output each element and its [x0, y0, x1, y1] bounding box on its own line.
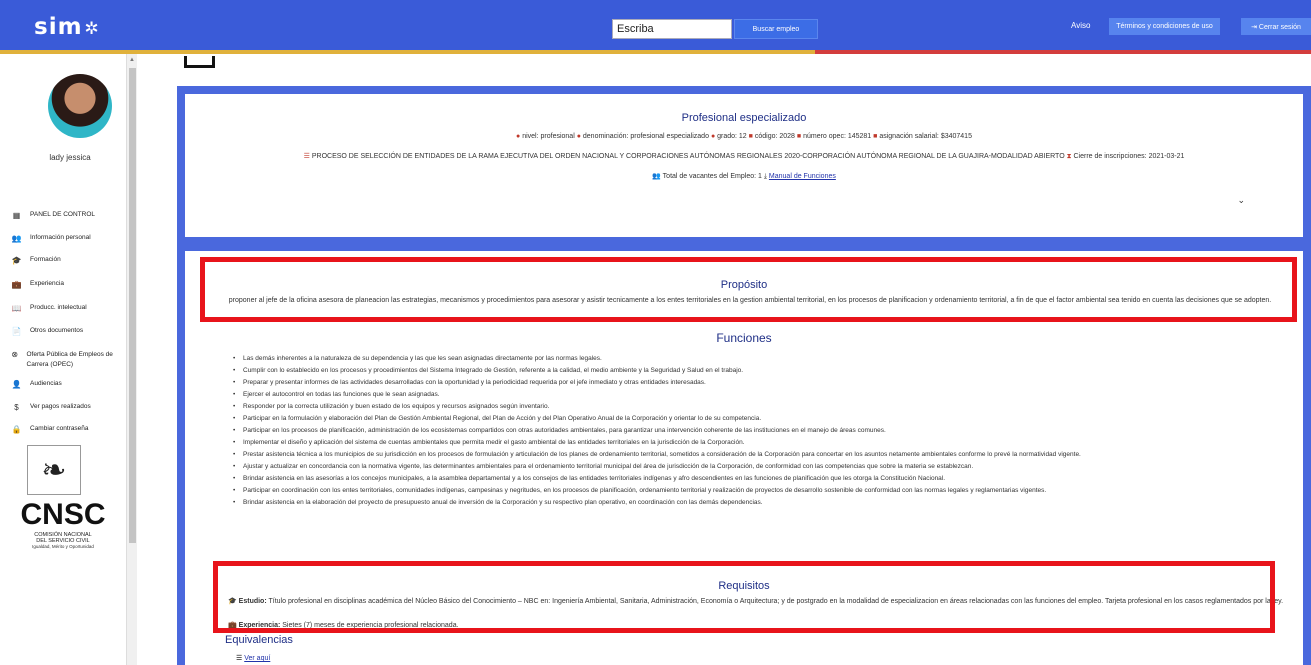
username: lady jessica [49, 153, 91, 162]
sidebar-item-opec[interactable]: ⊗ Oferta Pública de Empleos de Carrera (O… [10, 350, 125, 370]
lock-icon: 🔒 [11, 425, 22, 434]
document-icon: 📄 [11, 327, 22, 336]
sidebar-item-panel-de-control[interactable]: ▦ PANEL DE CONTROL [10, 211, 140, 220]
collapse-toggle-icon[interactable] [184, 56, 215, 68]
list-item: Preparar y presentar informes de las act… [233, 377, 1283, 389]
sidebar-item-pagos[interactable]: $ Ver pagos realizados [10, 403, 140, 412]
grado: grado: 12 [717, 133, 747, 140]
sidebar-item-experiencia[interactable]: 💼 Experiencia [10, 280, 140, 289]
graduation-icon: 🎓 [11, 256, 22, 265]
sidebar-item-cambiar-contrasena[interactable]: 🔒 Cambiar contraseña [10, 425, 140, 434]
opec-icon: ■ [796, 133, 802, 140]
vacantes: Total de vacantes del Empleo: 1 [662, 173, 762, 180]
dashboard-icon: ▦ [12, 211, 21, 220]
equivalencias-title: Equivalencias [225, 634, 293, 646]
manual-funciones-link[interactable]: Manual de Funciones [769, 173, 836, 180]
dollar-icon: $ [14, 403, 19, 412]
sidebar-item-informacion-personal[interactable]: 👥 Información personal [10, 234, 140, 243]
chevron-down-icon[interactable]: ⌄ [1237, 195, 1245, 206]
scroll-up-icon[interactable]: ▲ [129, 57, 135, 63]
job-vacantes-line: 👥 Total de vacantes del Empleo: 1 ⤓ Manu… [185, 172, 1303, 181]
sidebar-item-label: Ver pagos realizados [30, 403, 91, 410]
list-item: Responder por la correcta utilización y … [233, 401, 1283, 413]
nivel: nivel: profesional [522, 133, 575, 140]
code-icon: ■ [748, 133, 753, 140]
denominacion: denominación: profesional especializado [582, 133, 709, 140]
codigo: código: 2028 [754, 133, 795, 140]
search-input[interactable] [612, 19, 732, 39]
book-icon: 📖 [11, 304, 22, 313]
logo-text: sim [34, 14, 83, 40]
top-navbar: sim✲ Buscar empleo Aviso Términos y cond… [0, 0, 1311, 52]
list-item: Participar en la formulación y elaboraci… [233, 413, 1283, 425]
funciones-title: Funciones [716, 331, 772, 345]
sidebar-item-produccion-intelectual[interactable]: 📖 Producc. intelectual [10, 304, 140, 313]
sidebar: lady jessica ▦ PANEL DE CONTROL 👥 Informac… [0, 54, 126, 665]
sidebar-item-label: Experiencia [30, 280, 64, 287]
list-item: Las demás inherentes a la naturaleza de … [233, 353, 1283, 365]
avatar [48, 74, 112, 138]
cnsc-tagline: Igualdad, Mérito y Oportunidad [32, 544, 94, 549]
list-item: Participar en coordinación con los entes… [233, 485, 1283, 497]
highlight-box-proposito [200, 257, 1297, 322]
people-icon: 👥 [11, 234, 22, 243]
salary-icon: ■ [873, 133, 878, 140]
sidebar-item-label: Audiencias [30, 380, 62, 387]
highlight-box-requisitos [213, 561, 1275, 633]
list-item: Ajustar y actualizar en concordancia con… [233, 461, 1283, 473]
download-icon: ⤓ [763, 173, 767, 180]
level-icon: ● [516, 133, 521, 140]
briefcase-icon: 💼 [11, 280, 22, 289]
hourglass-icon: ⧗ [1066, 153, 1072, 160]
scrollbar-thumb[interactable] [129, 68, 136, 543]
list-item: Brindar asistencia en la elaboración del… [233, 497, 1283, 509]
proceso: PROCESO DE SELECCIÓN DE ENTIDADES DE LA … [311, 153, 1065, 160]
sidebar-item-label: PANEL DE CONTROL [30, 211, 96, 218]
aviso-link[interactable]: Aviso [1071, 21, 1090, 30]
cnsc-word: CNSC [20, 498, 106, 531]
target-icon: ⊗ [11, 350, 19, 359]
asignacion-salarial: asignación salarial: $3407415 [879, 133, 972, 140]
sidebar-item-label: Cambiar contraseña [30, 425, 89, 432]
sidebar-item-otros-documentos[interactable]: 📄 Otros documentos [10, 327, 140, 336]
job-process-line: ☰ PROCESO DE SELECCIÓN DE ENTIDADES DE L… [185, 152, 1303, 161]
opec-number: número opec: 145281 [803, 133, 872, 140]
user-icon: ● [576, 133, 581, 140]
job-title: Profesional especializado [681, 112, 807, 124]
grade-icon: ● [710, 133, 716, 140]
sidebar-item-label: Información personal [30, 234, 91, 241]
cnsc-emblem-icon: ❧ [27, 445, 81, 495]
cierre-inscripciones: Cierre de inscripciones: 2021-03-21 [1073, 153, 1185, 160]
audience-icon: 👤 [11, 380, 22, 389]
people-icon: 👥 [652, 173, 661, 180]
sidebar-item-formacion[interactable]: 🎓 Formación [10, 256, 140, 265]
logo-gear-icon: ✲ [84, 19, 100, 39]
search-button[interactable]: Buscar empleo [734, 19, 818, 39]
list-item: Cumplir con lo establecido en los proces… [233, 365, 1283, 377]
job-meta-line: ● nivel: profesional ● denominación: pro… [185, 133, 1303, 140]
list-item: Prestar asistencia técnica a los municip… [233, 449, 1283, 461]
funciones-list: Las demás inherentes a la naturaleza de … [233, 353, 1283, 509]
sidebar-item-audiencias[interactable]: 👤 Audiencias [10, 380, 140, 389]
terms-button[interactable]: Términos y condiciones de uso [1109, 18, 1220, 35]
sidebar-item-label: Producc. intelectual [30, 304, 87, 311]
logout-button[interactable]: ⇥ Cerrar sesión [1241, 18, 1311, 35]
simo-logo[interactable]: sim ✲ [34, 14, 100, 40]
list-icon: ☰ [236, 655, 243, 662]
list-item: Implementar el diseño y aplicación del s… [233, 437, 1283, 449]
ver-aqui-row: ☰ Ver aquí [236, 654, 270, 662]
list-item: Ejercer el autocontrol en todas las func… [233, 389, 1283, 401]
sidebar-item-label: Formación [30, 256, 61, 263]
sidebar-item-label: Otros documentos [30, 327, 84, 334]
job-summary-panel: Profesional especializado ● nivel: profe… [177, 86, 1311, 260]
sidebar-item-label: Oferta Pública de Empleos de Carrera (OP… [26, 351, 113, 368]
ver-aqui-link[interactable]: Ver aquí [244, 655, 270, 662]
list-icon: ☰ [303, 153, 310, 160]
sidebar-scrollbar[interactable]: ▲ [126, 54, 137, 665]
list-item: Participar en los procesos de planificac… [233, 425, 1283, 437]
cnsc-logo: ❧ CNSC COMISIÓN NACIONAL DEL SERVICIO CI… [0, 445, 126, 549]
list-item: Brindar asistencia en las asesorías a lo… [233, 473, 1283, 485]
